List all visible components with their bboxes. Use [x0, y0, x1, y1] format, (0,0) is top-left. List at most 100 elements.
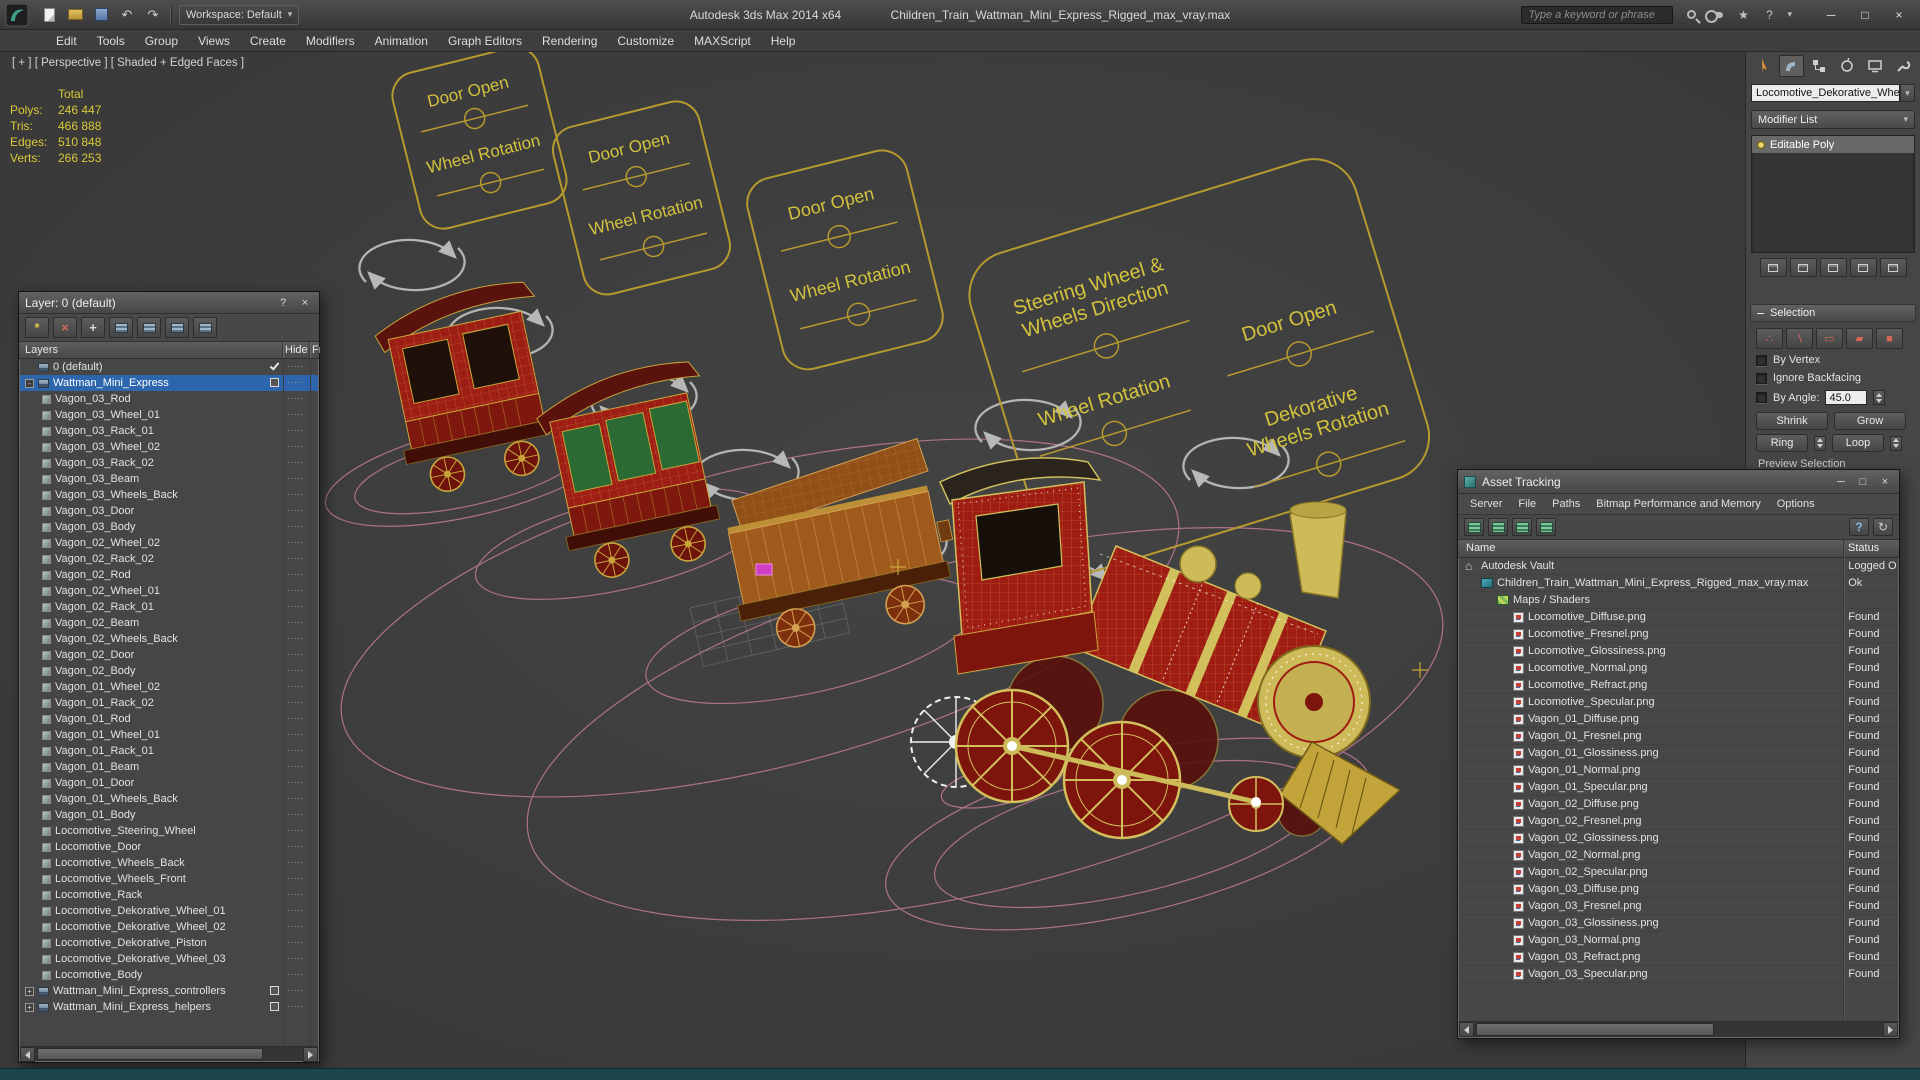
workspace-selector[interactable]: Workspace: Default ▾	[179, 4, 300, 25]
object-row[interactable]: Locomotive_Dekorative_Wheel_03	[20, 951, 318, 967]
expander-icon[interactable]: -	[25, 378, 34, 388]
expander-icon[interactable]: +	[25, 986, 34, 996]
asset-row[interactable]: Vagon_01_Specular.png Found	[1459, 779, 1898, 796]
asset-row[interactable]: Vagon_01_Glossiness.png Found	[1459, 745, 1898, 762]
hide-freeze-toggle-button[interactable]	[193, 317, 217, 338]
close-icon[interactable]: ×	[1877, 474, 1893, 490]
asset-row[interactable]: Locomotive_Refract.png Found	[1459, 677, 1898, 694]
edge-mode-icon[interactable]: ∖	[1786, 328, 1813, 349]
object-row[interactable]: Vagon_02_Beam	[20, 615, 318, 631]
modifier-stack[interactable]: Editable Poly	[1751, 135, 1915, 253]
wagon-1[interactable]	[712, 436, 968, 658]
stack-item-editable-poly[interactable]: Editable Poly	[1752, 136, 1914, 153]
refresh-table-button[interactable]	[1464, 518, 1484, 536]
menu-tools[interactable]: Tools	[87, 30, 135, 52]
object-row[interactable]: Locomotive_Dekorative_Wheel_02	[20, 919, 318, 935]
search-icon[interactable]	[1683, 7, 1699, 23]
highlight-table-button[interactable]	[1536, 518, 1556, 536]
asset-row[interactable]: Locomotive_Diffuse.png Found	[1459, 609, 1898, 626]
scroll-left-icon[interactable]	[1459, 1022, 1474, 1037]
asset-row[interactable]: Vagon_02_Specular.png Found	[1459, 864, 1898, 881]
close-icon[interactable]: ×	[297, 295, 313, 311]
expand-table-button[interactable]	[1512, 518, 1532, 536]
modifier-list-dropdown[interactable]: Modifier List ▾	[1751, 110, 1915, 129]
object-row[interactable]: Vagon_03_Door	[20, 503, 318, 519]
column-hide[interactable]: Hide	[285, 344, 308, 356]
new-layer-button[interactable]: *	[25, 317, 49, 338]
asset-row[interactable]: Vagon_02_Glossiness.png Found	[1459, 830, 1898, 847]
menu-create[interactable]: Create	[240, 30, 296, 52]
by-vertex-checkbox[interactable]	[1756, 354, 1767, 366]
menu-graph-editors[interactable]: Graph Editors	[438, 30, 532, 52]
scroll-thumb[interactable]	[37, 1048, 263, 1060]
layer-row[interactable]: 0 (default)	[20, 359, 318, 375]
asset-help-icon[interactable]: ?	[1849, 518, 1869, 536]
help-chevron-icon[interactable]: ▾	[1787, 9, 1792, 20]
layer-hscrollbar[interactable]	[20, 1046, 318, 1062]
object-row[interactable]: Vagon_03_Beam	[20, 471, 318, 487]
search-input[interactable]	[1521, 5, 1674, 24]
object-row[interactable]: Locomotive_Dekorative_Wheel_01	[20, 903, 318, 919]
menu-help[interactable]: Help	[761, 30, 806, 52]
object-row[interactable]: Vagon_02_Body	[20, 663, 318, 679]
object-row[interactable]: Vagon_02_Wheels_Back	[20, 631, 318, 647]
asset-row[interactable]: Vagon_03_Specular.png Found	[1459, 966, 1898, 983]
make-unique-button[interactable]	[1819, 258, 1847, 277]
help-icon[interactable]: ?	[1761, 7, 1777, 23]
asset-row[interactable]: Vagon_03_Diffuse.png Found	[1459, 881, 1898, 898]
object-row[interactable]: Locomotive_Dekorative_Piston	[20, 935, 318, 951]
ring-spinner[interactable]	[1814, 435, 1826, 451]
maximize-button[interactable]: □	[1850, 4, 1880, 26]
show-end-result-button[interactable]	[1789, 258, 1817, 277]
layer-window-titlebar[interactable]: Layer: 0 (default) ? ×	[19, 292, 319, 314]
object-row[interactable]: Vagon_02_Wheel_02	[20, 535, 318, 551]
selection-rollout-header[interactable]: Selection	[1750, 304, 1916, 322]
asset-row[interactable]: Vagon_02_Normal.png Found	[1459, 847, 1898, 864]
object-row[interactable]: Vagon_01_Rod	[20, 711, 318, 727]
layer-column-header[interactable]: Layers Hide Fr	[19, 342, 320, 359]
asset-row[interactable]: Vagon_01_Fresnel.png Found	[1459, 728, 1898, 745]
object-row[interactable]: Vagon_03_Wheel_02	[20, 439, 318, 455]
save-file-icon[interactable]	[92, 6, 110, 24]
object-row[interactable]: Vagon_03_Wheel_01	[20, 407, 318, 423]
scroll-right-icon[interactable]	[1883, 1022, 1898, 1037]
asset-row[interactable]: Locomotive_Normal.png Found	[1459, 660, 1898, 677]
select-layer-objects-button[interactable]	[109, 317, 133, 338]
scroll-right-icon[interactable]	[303, 1047, 318, 1062]
gizmo-handle[interactable]	[755, 563, 773, 576]
menu-customize[interactable]: Customize	[607, 30, 684, 52]
asset-row[interactable]: Locomotive_Glossiness.png Found	[1459, 643, 1898, 660]
hierarchy-tab-icon[interactable]	[1807, 55, 1832, 77]
column-freeze[interactable]: Fr	[312, 344, 320, 356]
visibility-bulb-icon[interactable]	[1757, 140, 1765, 149]
object-row[interactable]: Locomotive_Rack	[20, 887, 318, 903]
asset-row[interactable]: Vagon_01_Normal.png Found	[1459, 762, 1898, 779]
object-name-field[interactable]: Locomotive_Dekorative_Whe	[1751, 84, 1900, 102]
motion-tab-icon[interactable]	[1834, 55, 1859, 77]
object-row[interactable]: Locomotive_Body	[20, 967, 318, 983]
asset-row[interactable]: Vagon_02_Diffuse.png Found	[1459, 796, 1898, 813]
column-layers[interactable]: Layers	[25, 344, 58, 356]
menu-animation[interactable]: Animation	[365, 30, 438, 52]
modify-tab-icon[interactable]	[1778, 55, 1804, 77]
ignore-backfacing-checkbox[interactable]	[1756, 372, 1767, 384]
angle-spinner[interactable]	[1873, 390, 1886, 405]
ring-button[interactable]: Ring	[1756, 434, 1808, 452]
object-row[interactable]: Locomotive_Door	[20, 839, 318, 855]
object-row[interactable]: Locomotive_Wheels_Back	[20, 855, 318, 871]
menu-maxscript[interactable]: MAXScript	[684, 30, 761, 52]
refresh-icon[interactable]: ↻	[1873, 518, 1893, 536]
remove-modifier-button[interactable]	[1849, 258, 1877, 277]
viewport-label[interactable]: [ + ] [ Perspective ] [ Shaded + Edged F…	[12, 57, 244, 69]
help-icon[interactable]: ?	[275, 295, 291, 311]
object-row[interactable]: Vagon_01_Body	[20, 807, 318, 823]
grow-button[interactable]: Grow	[1834, 412, 1906, 430]
polygon-mode-icon[interactable]: ▰	[1846, 328, 1873, 349]
layer-prop-box[interactable]	[270, 378, 279, 387]
close-button[interactable]: ×	[1884, 4, 1914, 26]
asset-row[interactable]: Vagon_01_Diffuse.png Found	[1459, 711, 1898, 728]
create-tab-icon[interactable]	[1751, 55, 1776, 77]
minimize-button[interactable]: ─	[1816, 4, 1846, 26]
asset-row[interactable]: Maps / Shaders	[1459, 592, 1898, 609]
object-row[interactable]: Vagon_01_Rack_01	[20, 743, 318, 759]
